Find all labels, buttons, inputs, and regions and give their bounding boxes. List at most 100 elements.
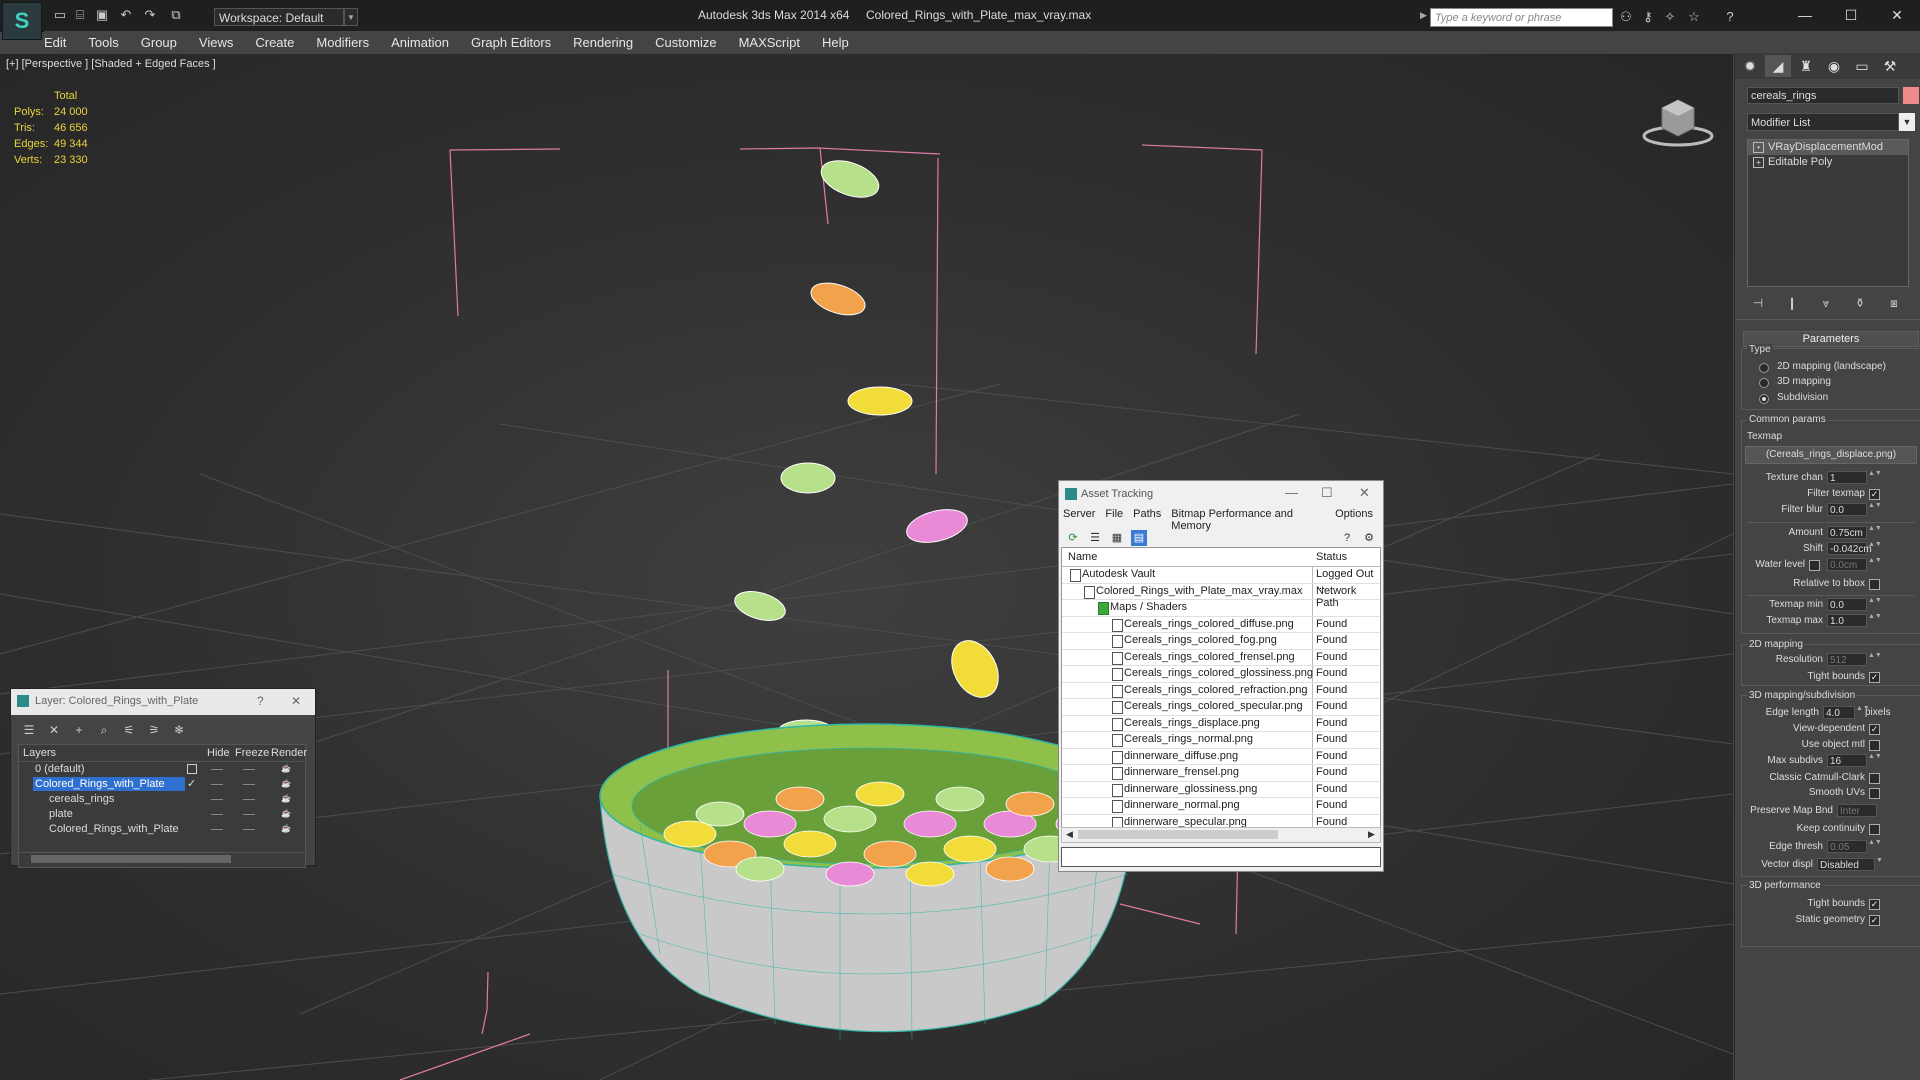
layer-row[interactable]: 0 (default) ☕ xyxy=(19,762,305,777)
radio-2d-mapping[interactable] xyxy=(1759,363,1769,373)
display-tab-icon[interactable]: ▭ xyxy=(1849,55,1875,77)
thumbnail-view-icon[interactable]: ▦ xyxy=(1109,530,1125,546)
layer-row[interactable]: cereals_rings ☕ xyxy=(19,792,305,807)
horizontal-scrollbar[interactable]: ◀ ▶ xyxy=(1061,827,1381,843)
asset-row[interactable]: Cereals_rings_colored_specular.png Found xyxy=(1062,699,1380,716)
hide-toggle[interactable] xyxy=(211,814,223,815)
key-icon[interactable]: ⚷ xyxy=(1640,9,1656,25)
save-icon[interactable]: ▣ xyxy=(94,8,110,22)
new-file-icon[interactable]: ▭ xyxy=(52,8,68,22)
keep-continuity-checkbox[interactable] xyxy=(1869,824,1880,835)
maximize-button[interactable]: ☐ xyxy=(1828,4,1874,26)
object-color-swatch[interactable] xyxy=(1903,87,1919,104)
layer-row[interactable]: Colored_Rings_with_Plate ☕ xyxy=(19,822,305,837)
vector-displ-dropdown[interactable]: Disabled xyxy=(1817,858,1875,871)
spinner-arrows-icon[interactable]: ▲▼ xyxy=(1868,652,1882,666)
hide-toggle[interactable] xyxy=(211,784,223,785)
radio-subdivision[interactable] xyxy=(1759,394,1769,404)
filter-texmap-checkbox[interactable]: ✓ xyxy=(1869,489,1880,500)
modify-tab-icon[interactable]: ◢ xyxy=(1765,55,1791,77)
spinner-arrows-icon[interactable]: ▲▼ xyxy=(1868,525,1882,539)
asset-path-field[interactable] xyxy=(1061,847,1381,867)
close-button[interactable]: ✕ xyxy=(1874,4,1920,26)
layer-row[interactable]: plate ☕ xyxy=(19,807,305,822)
asset-row[interactable]: Cereals_rings_colored_refraction.png Foun… xyxy=(1062,683,1380,699)
object-name-field[interactable]: cereals_rings xyxy=(1747,87,1899,104)
static-geometry-checkbox[interactable]: ✓ xyxy=(1869,915,1880,926)
menu-modifiers[interactable]: Modifiers xyxy=(316,35,369,50)
asset-row[interactable]: dinnerware_glossiness.png Found xyxy=(1062,782,1380,798)
asset-row[interactable]: Cereals_rings_normal.png Found xyxy=(1062,732,1380,749)
maximize-button[interactable]: ☐ xyxy=(1321,485,1333,501)
menu-rendering[interactable]: Rendering xyxy=(573,35,633,50)
spinner-arrows-icon[interactable]: ▲▼ xyxy=(1868,502,1882,516)
chevron-down-icon[interactable]: ▼ xyxy=(1899,113,1915,131)
list-view-icon[interactable]: ☰ xyxy=(1087,530,1103,546)
spinner-arrows-icon[interactable]: ▲▼ xyxy=(1868,613,1882,627)
layer-name[interactable]: Colored_Rings_with_Plate xyxy=(33,777,185,791)
hide-toggle[interactable] xyxy=(211,799,223,800)
layer-name[interactable]: 0 (default) xyxy=(33,762,85,776)
tight-bounds-3d-checkbox[interactable]: ✓ xyxy=(1869,899,1880,910)
help-icon[interactable]: ? xyxy=(1339,530,1355,546)
hide-toggle[interactable] xyxy=(211,829,223,830)
asset-row[interactable]: Maps / Shaders xyxy=(1062,600,1380,617)
menu-tools[interactable]: Tools xyxy=(88,35,118,50)
asset-row[interactable]: Cereals_rings_colored_fog.png Found xyxy=(1062,633,1380,650)
menu-edit[interactable]: Edit xyxy=(44,35,66,50)
viewport-label[interactable]: [+] [Perspective ] [Shaded + Edged Faces… xyxy=(6,58,216,70)
expand-plus-icon[interactable]: + xyxy=(1753,157,1764,168)
col-freeze[interactable]: Freeze xyxy=(235,747,269,759)
create-tab-icon[interactable]: ✹ xyxy=(1737,55,1763,77)
menu-maxscript[interactable]: MAXScript xyxy=(739,35,800,50)
freeze-toggle[interactable] xyxy=(243,799,255,800)
highlight-layer-icon[interactable]: ⚟ xyxy=(119,721,139,739)
freeze-toggle[interactable] xyxy=(243,829,255,830)
spinner-arrows-icon[interactable]: ▲▼ xyxy=(1868,597,1882,611)
minimize-button[interactable]: — xyxy=(1782,4,1828,26)
spinner-arrows-icon[interactable]: ▲▼ xyxy=(1868,753,1882,767)
col-layers[interactable]: Layers xyxy=(23,747,56,759)
help-button[interactable]: ? xyxy=(257,694,264,708)
show-end-result-icon[interactable]: ❙ xyxy=(1781,294,1803,312)
render-teapot-icon[interactable]: ☕ xyxy=(281,765,291,773)
chevron-down-icon[interactable]: ▼ xyxy=(1876,857,1883,871)
project-folder-icon[interactable]: ⧉ xyxy=(168,8,184,22)
asset-row[interactable]: Autodesk Vault Logged Out ... xyxy=(1062,567,1380,592)
layer-object-name[interactable]: Colored_Rings_with_Plate xyxy=(47,822,179,836)
tight-bounds-checkbox[interactable]: ✓ xyxy=(1869,672,1880,683)
chevron-right-icon[interactable]: ▶ xyxy=(1420,10,1427,21)
layer-object-name[interactable]: plate xyxy=(47,807,73,821)
menu-customize[interactable]: Customize xyxy=(655,35,716,50)
lightbulb-icon[interactable]: • xyxy=(1753,142,1764,153)
open-file-icon[interactable]: ⌸ xyxy=(72,8,88,22)
filter-blur-spinner[interactable]: 0.0 xyxy=(1827,503,1867,516)
stack-item-editable-poly[interactable]: + Editable Poly xyxy=(1748,155,1908,170)
water-level-checkbox[interactable] xyxy=(1809,560,1820,571)
stack-item-vray-displacement[interactable]: • VRayDisplacementMod xyxy=(1748,140,1908,155)
app-logo-button[interactable]: S xyxy=(2,2,42,40)
render-teapot-icon[interactable]: ☕ xyxy=(281,780,291,788)
texmap-max-spinner[interactable]: 1.0 xyxy=(1827,614,1867,627)
layer-row[interactable]: Colored_Rings_with_Plate ✓ ☕ xyxy=(19,777,305,792)
smooth-uvs-checkbox[interactable] xyxy=(1869,788,1880,799)
menu-help[interactable]: Help xyxy=(822,35,849,50)
edge-length-spinner[interactable]: 4.0 xyxy=(1823,706,1855,719)
pin-stack-icon[interactable]: ⊣ xyxy=(1747,294,1769,312)
asset-row[interactable]: dinnerware_diffuse.png Found xyxy=(1062,749,1380,765)
amount-spinner[interactable]: 0.75cm xyxy=(1827,526,1867,539)
col-name[interactable]: Name xyxy=(1068,551,1097,563)
horizontal-scrollbar[interactable] xyxy=(18,852,306,868)
freeze-all-icon[interactable]: ❄ xyxy=(169,721,189,739)
spinner-arrows-icon[interactable]: ▲▼ xyxy=(1868,470,1882,484)
make-unique-icon[interactable]: ⩔ xyxy=(1815,294,1837,312)
spinner-arrows-icon[interactable]: ▲▼ xyxy=(1868,557,1882,571)
menu-graph-editors[interactable]: Graph Editors xyxy=(471,35,551,50)
asset-row[interactable]: Cereals_rings_colored_frensel.png Found xyxy=(1062,650,1380,666)
active-layer-box-icon[interactable] xyxy=(187,764,197,774)
delete-layer-icon[interactable]: ✕ xyxy=(44,721,64,739)
col-status[interactable]: Status xyxy=(1316,551,1347,563)
scroll-right-icon[interactable]: ▶ xyxy=(1368,829,1375,840)
preserve-map-dropdown[interactable]: Inter xyxy=(1837,804,1877,817)
undo-icon[interactable]: ↶ xyxy=(118,8,134,22)
